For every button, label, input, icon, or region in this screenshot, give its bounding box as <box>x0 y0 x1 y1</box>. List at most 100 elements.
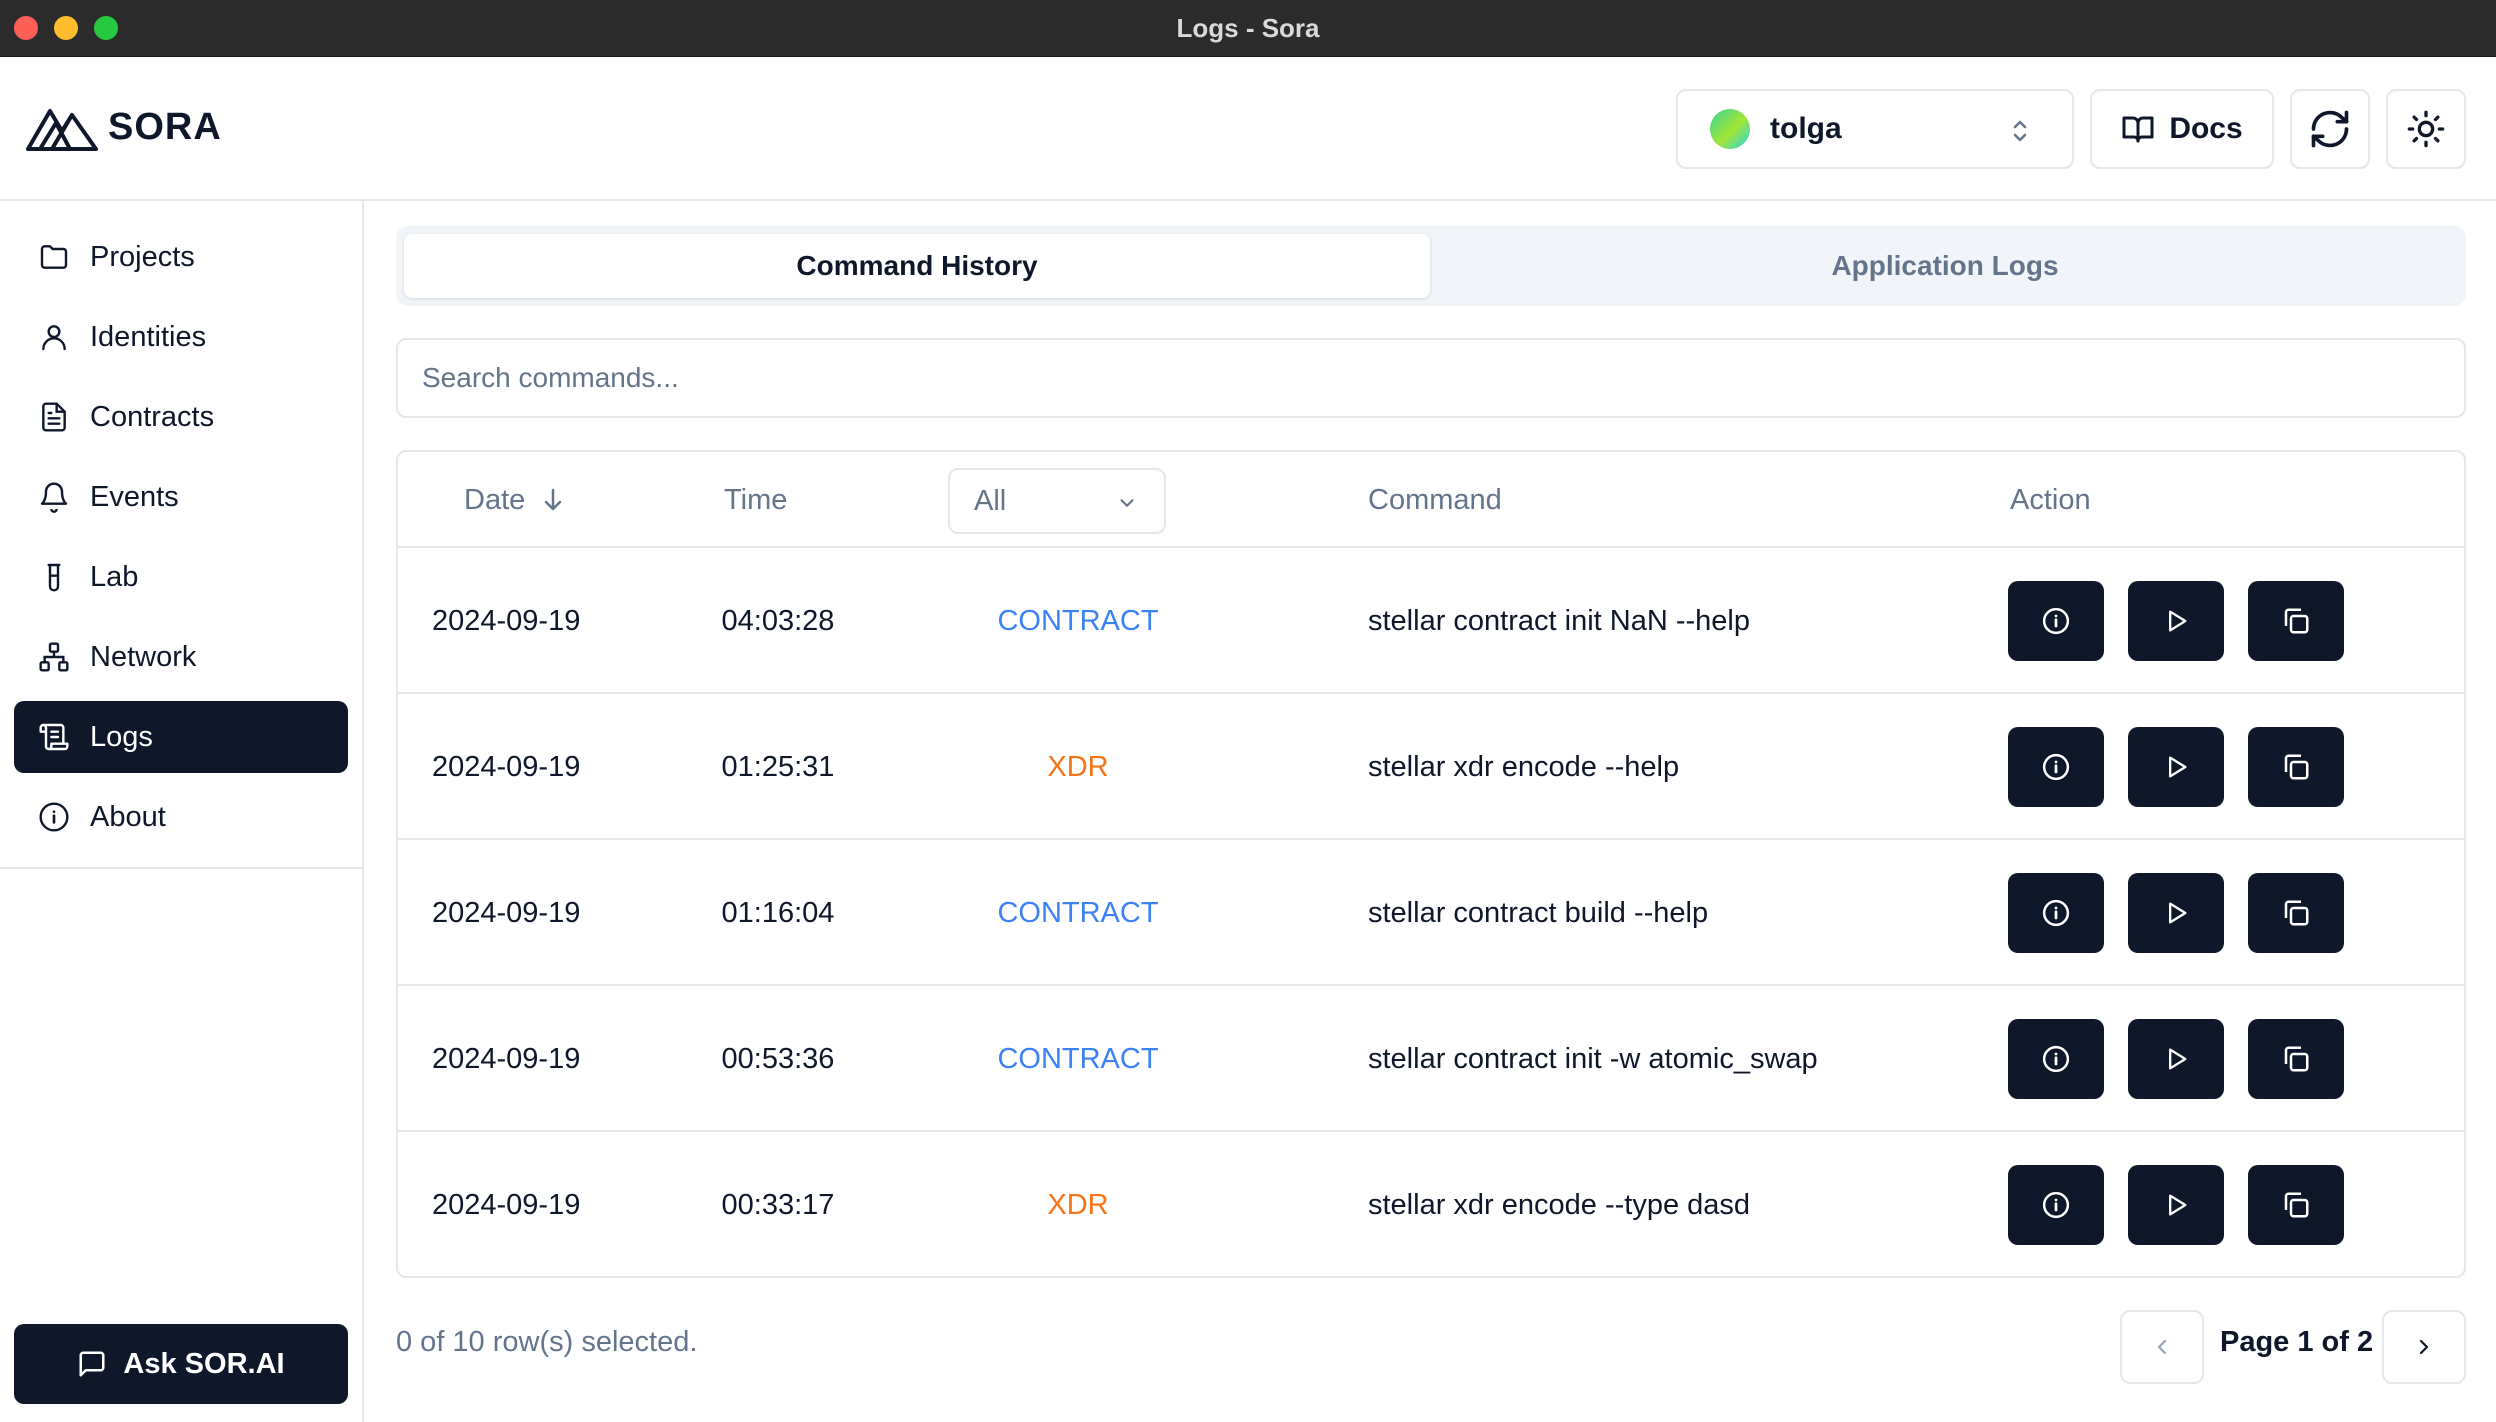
command-history-table: Date Time All Command Action 2024-09-19 0… <box>396 450 2466 1278</box>
scroll-text-icon <box>39 723 69 751</box>
test-tube-icon <box>47 563 61 592</box>
copy-icon <box>2284 900 2309 926</box>
row-actions <box>2008 986 2344 1132</box>
sidebar: Projects Identities Contracts Events Lab… <box>0 201 364 1422</box>
row-command: stellar contract init NaN --help <box>1368 604 1750 637</box>
chevron-right-icon <box>2419 1339 2429 1355</box>
row-actions <box>2008 548 2344 694</box>
next-page-button[interactable] <box>2382 1310 2466 1384</box>
sidebar-item-contracts[interactable]: Contracts <box>14 381 348 453</box>
file-text-icon <box>42 402 66 432</box>
sidebar-item-logs[interactable]: Logs <box>14 701 348 773</box>
run-button[interactable] <box>2128 1165 2224 1245</box>
play-icon <box>2169 1194 2187 1216</box>
run-button[interactable] <box>2128 727 2224 807</box>
run-button[interactable] <box>2128 1019 2224 1099</box>
info-button[interactable] <box>2008 581 2104 661</box>
table-header: Date Time All Command Action <box>398 452 2464 548</box>
avatar <box>1710 109 1750 149</box>
row-command: stellar contract init -w atomic_swap <box>1368 1042 1818 1075</box>
copy-button[interactable] <box>2248 1165 2344 1245</box>
refresh-button[interactable] <box>2290 89 2370 169</box>
table-row[interactable]: 2024-09-19 00:53:36 CONTRACT stellar contra… <box>398 986 2464 1132</box>
row-date: 2024-09-19 <box>432 604 581 637</box>
maximize-window-button[interactable] <box>94 16 118 40</box>
table-row[interactable]: 2024-09-19 00:33:17 XDR stellar xdr encode … <box>398 1132 2464 1276</box>
row-command: stellar contract build --help <box>1368 896 1709 929</box>
date-column-header[interactable]: Date <box>464 452 565 548</box>
table-row[interactable]: 2024-09-19 04:03:28 CONTRACT stellar contra… <box>398 548 2464 694</box>
sidebar-item-label: Identities <box>90 320 207 353</box>
sidebar-divider <box>0 867 362 869</box>
info-button[interactable] <box>2008 1165 2104 1245</box>
profile-name: tolga <box>1770 112 1842 145</box>
row-type-badge: CONTRACT <box>997 896 1159 929</box>
run-button[interactable] <box>2128 581 2224 661</box>
row-command: stellar xdr encode --type dasd <box>1368 1188 1751 1221</box>
ask-ai-button[interactable]: Ask SOR.AI <box>14 1324 348 1404</box>
selection-status: 0 of 10 row(s) selected. <box>396 1326 698 1358</box>
sidebar-item-label: Events <box>90 480 179 513</box>
type-filter-value: All <box>974 484 1007 517</box>
tab-command-history[interactable]: Command History <box>404 234 1430 298</box>
sidebar-item-network[interactable]: Network <box>14 621 348 693</box>
profile-selector[interactable]: tolga <box>1676 89 2074 169</box>
docs-label: Docs <box>2169 112 2243 145</box>
sidebar-item-identities[interactable]: Identities <box>14 301 348 373</box>
docs-button[interactable]: Docs <box>2090 89 2274 169</box>
copy-button[interactable] <box>2248 873 2344 953</box>
theme-toggle-button[interactable] <box>2386 89 2466 169</box>
row-date: 2024-09-19 <box>432 750 581 783</box>
search-input[interactable] <box>396 338 2466 418</box>
row-time: 00:53:36 <box>721 1042 835 1075</box>
info-button[interactable] <box>2008 873 2104 953</box>
info-icon <box>2042 1045 2070 1073</box>
copy-button[interactable] <box>2248 581 2344 661</box>
row-date: 2024-09-19 <box>432 896 581 929</box>
folder-icon <box>40 245 68 269</box>
sidebar-item-lab[interactable]: Lab <box>14 541 348 613</box>
info-icon <box>2042 1191 2070 1219</box>
copy-button[interactable] <box>2248 1019 2344 1099</box>
sidebar-item-about[interactable]: About <box>14 781 348 853</box>
chevron-down-icon <box>1120 499 1134 507</box>
table-row[interactable]: 2024-09-19 01:16:04 CONTRACT stellar contra… <box>398 840 2464 986</box>
type-filter-select[interactable]: All <box>948 468 1166 534</box>
row-actions <box>2008 694 2344 840</box>
sidebar-item-projects[interactable]: Projects <box>14 221 348 293</box>
info-button[interactable] <box>2008 1019 2104 1099</box>
info-icon <box>2042 899 2070 927</box>
row-type-badge: XDR <box>1047 1188 1109 1221</box>
row-type-badge: XDR <box>1047 750 1109 783</box>
sidebar-item-events[interactable]: Events <box>14 461 348 533</box>
sun-icon <box>2407 110 2445 148</box>
table-row[interactable]: 2024-09-19 01:25:31 XDR stellar xdr encode … <box>398 694 2464 840</box>
sidebar-item-label: Projects <box>90 240 195 273</box>
network-icon <box>39 642 69 672</box>
close-window-button[interactable] <box>14 16 38 40</box>
app-logo: SORA <box>26 101 222 153</box>
tab-application-logs[interactable]: Application Logs <box>1432 234 2458 298</box>
ask-ai-label: Ask SOR.AI <box>123 1347 285 1380</box>
sidebar-item-label: Lab <box>90 560 139 593</box>
time-column-header: Time <box>724 483 788 516</box>
row-actions <box>2008 840 2344 986</box>
row-command: stellar xdr encode --help <box>1368 750 1680 783</box>
info-icon <box>2042 753 2070 781</box>
copy-icon <box>2284 1046 2309 1072</box>
window-title: Logs - Sora <box>1176 12 1320 43</box>
date-header-label: Date <box>464 483 526 516</box>
sidebar-item-label: Network <box>90 640 197 673</box>
chevrons-up-down-icon <box>2013 120 2027 142</box>
page-indicator: Page 1 of 2 <box>2220 1326 2374 1358</box>
sidebar-item-label: About <box>90 800 166 833</box>
copy-button[interactable] <box>2248 727 2344 807</box>
sidebar-item-label: Contracts <box>90 400 215 433</box>
minimize-window-button[interactable] <box>54 16 78 40</box>
run-button[interactable] <box>2128 873 2224 953</box>
row-time: 04:03:28 <box>721 604 835 637</box>
message-square-icon <box>79 1351 105 1377</box>
row-time: 01:25:31 <box>721 750 835 783</box>
info-button[interactable] <box>2008 727 2104 807</box>
previous-page-button[interactable] <box>2120 1310 2204 1384</box>
